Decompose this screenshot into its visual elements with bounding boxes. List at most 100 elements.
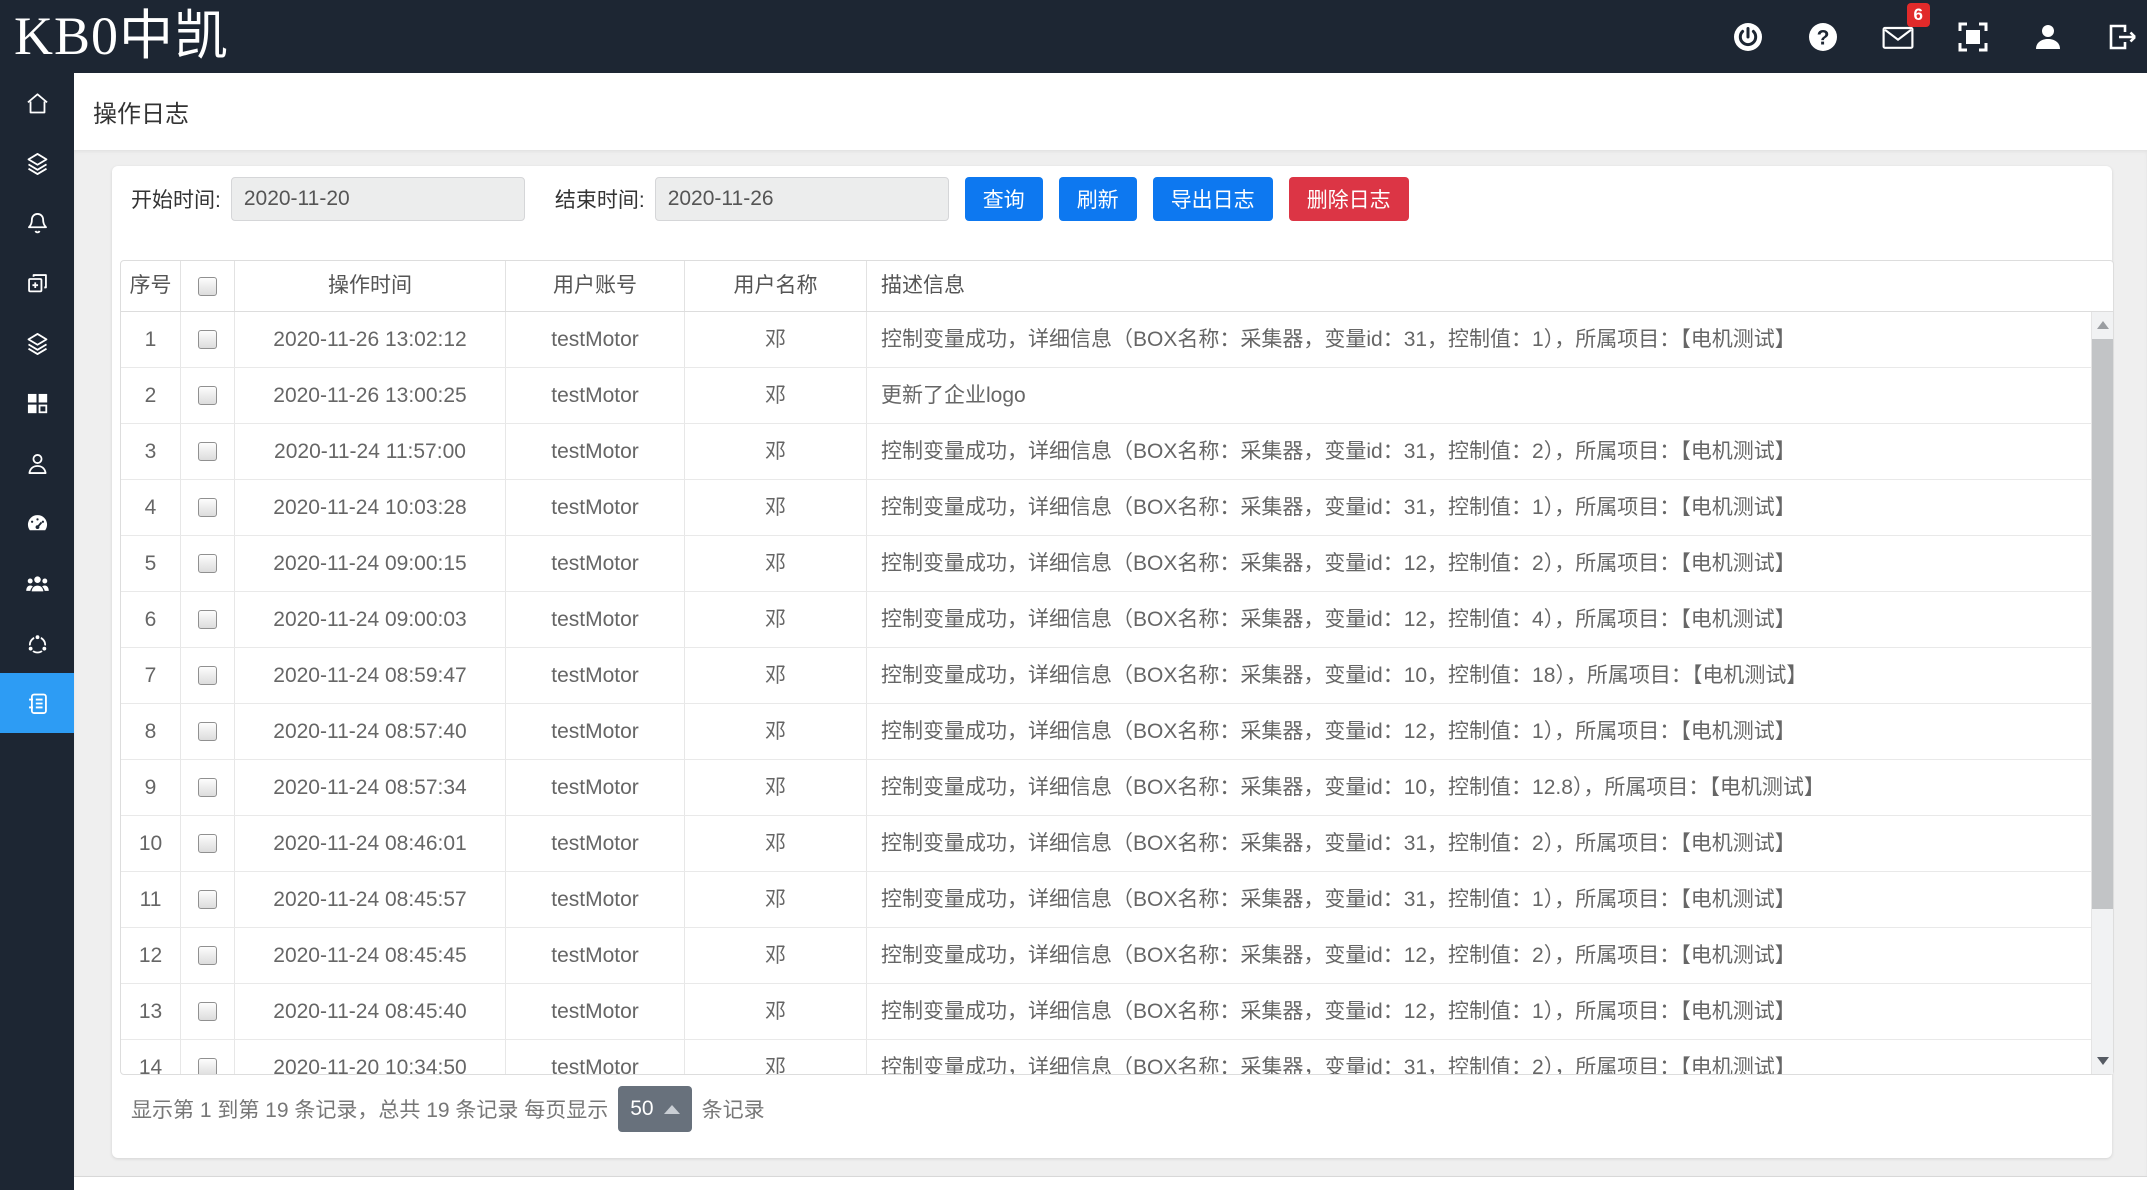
table-row[interactable]: 3 2020-11-24 11:57:00 testMotor 邓 控制变量成功… xyxy=(121,424,2092,480)
row-checkbox[interactable] xyxy=(198,778,217,797)
filter-bar: 开始时间: 结束时间: 查询 刷新 导出日志 删除日志 xyxy=(131,177,1409,221)
table-row[interactable]: 6 2020-11-24 09:00:03 testMotor 邓 控制变量成功… xyxy=(121,592,2092,648)
sidebar-item-alerts[interactable] xyxy=(0,193,74,253)
row-checkbox[interactable] xyxy=(198,722,217,741)
export-log-button[interactable]: 导出日志 xyxy=(1153,177,1273,221)
mail-icon[interactable]: 6 xyxy=(1880,19,1916,55)
table-row[interactable]: 9 2020-11-24 08:57:34 testMotor 邓 控制变量成功… xyxy=(121,760,2092,816)
cell-description: 更新了企业logo xyxy=(867,368,2092,423)
top-header: KB0中凯 ? 6 xyxy=(0,0,2147,73)
pagination-suffix: 条记录 xyxy=(702,1094,765,1124)
cell-select xyxy=(181,816,235,871)
row-checkbox[interactable] xyxy=(198,1002,217,1021)
cell-account: testMotor xyxy=(506,648,685,703)
log-panel: 开始时间: 结束时间: 查询 刷新 导出日志 删除日志 序号 操作时间 用户账号… xyxy=(112,166,2112,1158)
cell-username: 邓 xyxy=(685,1040,867,1074)
end-time-label: 结束时间: xyxy=(555,184,645,214)
help-icon[interactable]: ? xyxy=(1805,19,1841,55)
scroll-up-button[interactable] xyxy=(2092,312,2113,338)
row-checkbox[interactable] xyxy=(198,442,217,461)
col-time: 操作时间 xyxy=(235,261,506,311)
cell-username: 邓 xyxy=(685,536,867,591)
table-row[interactable]: 10 2020-11-24 08:46:01 testMotor 邓 控制变量成… xyxy=(121,816,2092,872)
logout-icon[interactable] xyxy=(2105,19,2141,55)
sidebar-item-add-box[interactable] xyxy=(0,253,74,313)
fullscreen-icon[interactable] xyxy=(1955,19,1991,55)
select-all-checkbox[interactable] xyxy=(198,277,217,296)
cell-description: 控制变量成功，详细信息（BOX名称：采集器，变量id：12，控制值：2），所属项… xyxy=(867,536,2092,591)
table-row[interactable]: 12 2020-11-24 08:45:45 testMotor 邓 控制变量成… xyxy=(121,928,2092,984)
cell-index: 7 xyxy=(121,648,181,703)
table-row[interactable]: 2 2020-11-26 13:00:25 testMotor 邓 更新了企业l… xyxy=(121,368,2092,424)
power-icon[interactable] xyxy=(1730,19,1766,55)
row-checkbox[interactable] xyxy=(198,386,217,405)
title-bar: 操作日志 xyxy=(74,73,2147,150)
row-checkbox[interactable] xyxy=(198,834,217,853)
cell-username: 邓 xyxy=(685,368,867,423)
cell-description: 控制变量成功，详细信息（BOX名称：采集器，变量id：10，控制值：12.8），… xyxy=(867,760,2092,815)
row-checkbox[interactable] xyxy=(198,610,217,629)
person-icon xyxy=(24,450,51,477)
table-row[interactable]: 4 2020-11-24 10:03:28 testMotor 邓 控制变量成功… xyxy=(121,480,2092,536)
cell-account: testMotor xyxy=(506,928,685,983)
cell-index: 4 xyxy=(121,480,181,535)
table-scrollbar[interactable] xyxy=(2091,312,2113,1074)
table-row[interactable]: 13 2020-11-24 08:45:40 testMotor 邓 控制变量成… xyxy=(121,984,2092,1040)
cell-username: 邓 xyxy=(685,984,867,1039)
page-size-select[interactable]: 50 xyxy=(618,1086,691,1132)
sidebar-item-users[interactable] xyxy=(0,433,74,493)
cell-select xyxy=(181,424,235,479)
scroll-down-button[interactable] xyxy=(2092,1048,2113,1074)
table-row[interactable]: 5 2020-11-24 09:00:15 testMotor 邓 控制变量成功… xyxy=(121,536,2092,592)
refresh-button[interactable]: 刷新 xyxy=(1059,177,1137,221)
row-checkbox[interactable] xyxy=(198,946,217,965)
sidebar-item-stack[interactable] xyxy=(0,313,74,373)
scrollbar-thumb[interactable] xyxy=(2092,339,2113,909)
sidebar-item-share[interactable] xyxy=(0,613,74,673)
cell-description: 控制变量成功，详细信息（BOX名称：采集器，变量id：31，控制值：2），所属项… xyxy=(867,816,2092,871)
app-root: KB0中凯 ? 6 xyxy=(0,0,2147,1190)
dashboard-icon xyxy=(24,510,51,537)
user-icon[interactable] xyxy=(2030,19,2066,55)
cell-index: 9 xyxy=(121,760,181,815)
sidebar-item-dashboard[interactable] xyxy=(0,493,74,553)
row-checkbox[interactable] xyxy=(198,666,217,685)
cell-username: 邓 xyxy=(685,480,867,535)
grid-icon xyxy=(24,390,51,417)
row-checkbox[interactable] xyxy=(198,330,217,349)
table-row[interactable]: 1 2020-11-26 13:02:12 testMotor 邓 控制变量成功… xyxy=(121,312,2092,368)
col-select xyxy=(181,261,235,311)
cell-index: 8 xyxy=(121,704,181,759)
start-time-input[interactable] xyxy=(231,177,525,221)
pagination-summary: 显示第 1 到第 19 条记录，总共 19 条记录 每页显示 xyxy=(131,1094,608,1124)
cell-username: 邓 xyxy=(685,928,867,983)
cell-username: 邓 xyxy=(685,312,867,367)
cell-select xyxy=(181,480,235,535)
cell-username: 邓 xyxy=(685,872,867,927)
table-row[interactable]: 11 2020-11-24 08:45:57 testMotor 邓 控制变量成… xyxy=(121,872,2092,928)
row-checkbox[interactable] xyxy=(198,890,217,909)
cell-select xyxy=(181,760,235,815)
sidebar-item-layers[interactable] xyxy=(0,133,74,193)
cell-time: 2020-11-24 08:45:40 xyxy=(235,984,506,1039)
cell-account: testMotor xyxy=(506,872,685,927)
cell-username: 邓 xyxy=(685,704,867,759)
table-row[interactable]: 8 2020-11-24 08:57:40 testMotor 邓 控制变量成功… xyxy=(121,704,2092,760)
row-checkbox[interactable] xyxy=(198,1058,217,1074)
sidebar-item-apps[interactable] xyxy=(0,373,74,433)
cell-username: 邓 xyxy=(685,592,867,647)
sidebar-item-group[interactable] xyxy=(0,553,74,613)
cell-username: 邓 xyxy=(685,816,867,871)
end-time-input[interactable] xyxy=(655,177,949,221)
query-button[interactable]: 查询 xyxy=(965,177,1043,221)
cell-description: 控制变量成功，详细信息（BOX名称：采集器，变量id：10，控制值：18），所属… xyxy=(867,648,2092,703)
table-row[interactable]: 7 2020-11-24 08:59:47 testMotor 邓 控制变量成功… xyxy=(121,648,2092,704)
pagination-bar: 显示第 1 到第 19 条记录，总共 19 条记录 每页显示 50 条记录 xyxy=(131,1086,765,1132)
sidebar-item-home[interactable] xyxy=(0,73,74,133)
delete-log-button[interactable]: 删除日志 xyxy=(1289,177,1409,221)
cell-index: 5 xyxy=(121,536,181,591)
sidebar-item-operation-log[interactable] xyxy=(0,673,74,733)
table-row[interactable]: 14 2020-11-20 10:34:50 testMotor 邓 控制变量成… xyxy=(121,1040,2092,1074)
row-checkbox[interactable] xyxy=(198,554,217,573)
row-checkbox[interactable] xyxy=(198,498,217,517)
